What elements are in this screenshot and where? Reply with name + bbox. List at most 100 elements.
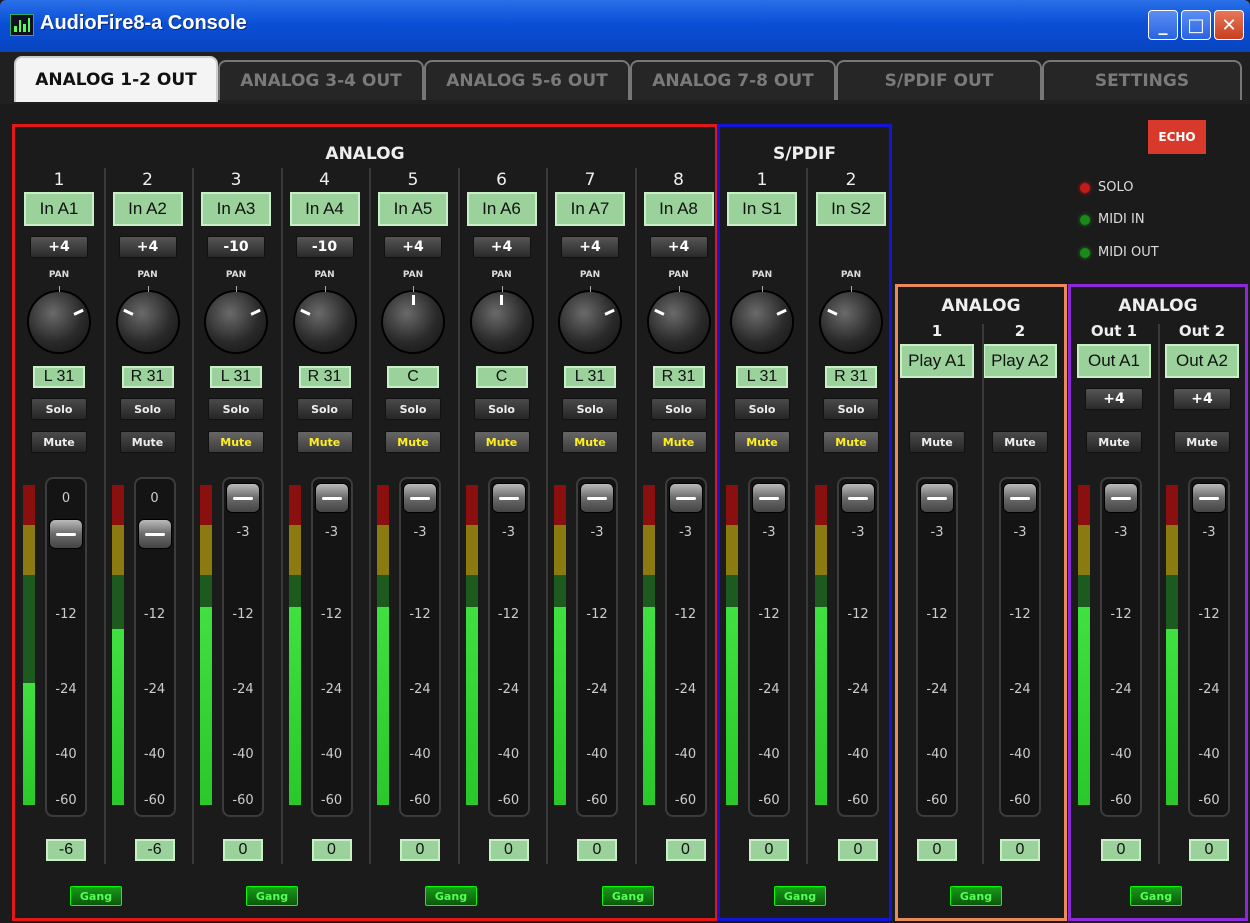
fader-handle[interactable] xyxy=(137,519,172,549)
fader-track[interactable]: 0-3-12-24-40-60 xyxy=(45,477,87,817)
gang-button-ch-3-4[interactable]: Gang xyxy=(246,886,298,906)
channel-source-selector[interactable]: In S1 xyxy=(727,192,797,226)
solo-button[interactable]: Solo xyxy=(208,398,264,420)
gang-button-ch-5-6[interactable]: Gang xyxy=(425,886,477,906)
fader-track[interactable]: -3 -12 -24 -40 -60 xyxy=(999,477,1041,817)
fader-track[interactable]: -3 -12 -24 -40 -60 xyxy=(837,477,879,817)
input-gain-button[interactable]: +4 xyxy=(1085,388,1143,410)
pan-knob[interactable] xyxy=(732,286,792,352)
solo-button[interactable]: Solo xyxy=(650,398,707,420)
pan-knob[interactable] xyxy=(471,286,532,352)
fader-track[interactable]: -3 -12 -24 -40 -60 xyxy=(916,477,958,817)
pan-knob[interactable] xyxy=(206,286,266,352)
pan-knob[interactable] xyxy=(294,286,355,352)
tab-analog-5-6-out[interactable]: ANALOG 5-6 OUT xyxy=(424,60,630,100)
input-gain-button[interactable]: -10 xyxy=(207,236,265,258)
channel-source-selector[interactable]: Play A2 xyxy=(983,344,1057,378)
fader-track[interactable]: -3 -12 -24 -40 -60 xyxy=(399,477,441,817)
input-gain-button[interactable]: +4 xyxy=(118,236,177,258)
minimize-button[interactable]: _ xyxy=(1148,10,1178,40)
fader-track[interactable]: -3 -12 -24 -40 -60 xyxy=(222,477,264,817)
gang-button-out[interactable]: Gang xyxy=(1130,886,1182,906)
fader-handle[interactable] xyxy=(841,483,875,513)
pan-knob[interactable] xyxy=(29,286,89,352)
fader-track[interactable]: -3 -12 -24 -40 -60 xyxy=(576,477,618,817)
mute-button[interactable]: Mute xyxy=(385,431,441,453)
gang-button-spdif[interactable]: Gang xyxy=(774,886,826,906)
channel-source-selector[interactable]: Out A1 xyxy=(1077,344,1151,378)
fader-handle[interactable] xyxy=(491,483,526,513)
mute-button[interactable]: Mute xyxy=(1174,431,1230,453)
fader-track[interactable]: -3 -12 -24 -40 -60 xyxy=(1100,477,1142,817)
mute-button[interactable]: Mute xyxy=(208,431,264,453)
fader-handle[interactable] xyxy=(226,483,260,513)
tab-spdif-out[interactable]: S/PDIF OUT xyxy=(836,60,1042,100)
fader-handle[interactable] xyxy=(49,519,83,549)
mute-button[interactable]: Mute xyxy=(31,431,87,453)
input-gain-button[interactable]: -10 xyxy=(295,236,354,258)
fader-handle[interactable] xyxy=(668,483,703,513)
gang-button-ch-7-8[interactable]: Gang xyxy=(602,886,654,906)
channel-source-selector[interactable]: In A7 xyxy=(555,192,625,226)
pan-knob[interactable] xyxy=(648,286,709,352)
input-gain-button[interactable]: +4 xyxy=(384,236,442,258)
channel-source-selector[interactable]: In A6 xyxy=(466,192,537,226)
solo-button[interactable]: Solo xyxy=(296,398,353,420)
mute-button[interactable]: Mute xyxy=(823,431,879,453)
mute-button[interactable]: Mute xyxy=(909,431,965,453)
solo-button[interactable]: Solo xyxy=(119,398,176,420)
channel-source-selector[interactable]: In S2 xyxy=(816,192,886,226)
fader-track[interactable]: -3 -12 -24 -40 -60 xyxy=(748,477,790,817)
tab-settings[interactable]: SETTINGS xyxy=(1042,60,1242,100)
title-bar[interactable]: AudioFire8-a Console _ □ ✕ xyxy=(0,0,1250,52)
fader-track[interactable]: -3 -12 -24 -40 -60 xyxy=(1188,477,1230,817)
channel-source-selector[interactable]: In A5 xyxy=(378,192,448,226)
tab-analog-7-8-out[interactable]: ANALOG 7-8 OUT xyxy=(630,60,836,100)
fader-track[interactable]: -3 -12 -24 -40 -60 xyxy=(487,477,530,817)
fader-track[interactable]: -3 -12 -24 -40 -60 xyxy=(310,477,353,817)
mute-button[interactable]: Mute xyxy=(296,431,353,453)
solo-button[interactable]: Solo xyxy=(823,398,879,420)
pan-knob[interactable] xyxy=(821,286,881,352)
maximize-button[interactable]: □ xyxy=(1181,10,1211,40)
fader-track[interactable]: -3 -12 -24 -40 -60 xyxy=(664,477,707,817)
fader-handle[interactable] xyxy=(1192,483,1226,513)
mute-button[interactable]: Mute xyxy=(119,431,176,453)
fader-handle[interactable] xyxy=(1104,483,1138,513)
input-gain-button[interactable]: +4 xyxy=(561,236,619,258)
solo-button[interactable]: Solo xyxy=(734,398,790,420)
input-gain-button[interactable]: +4 xyxy=(30,236,88,258)
pan-knob[interactable] xyxy=(383,286,443,352)
solo-button[interactable]: Solo xyxy=(473,398,530,420)
fader-handle[interactable] xyxy=(1003,483,1037,513)
tab-analog-3-4-out[interactable]: ANALOG 3-4 OUT xyxy=(218,60,424,100)
channel-source-selector[interactable]: In A8 xyxy=(643,192,714,226)
mute-button[interactable]: Mute xyxy=(1086,431,1142,453)
mute-button[interactable]: Mute xyxy=(992,431,1048,453)
channel-source-selector[interactable]: In A2 xyxy=(112,192,183,226)
fader-handle[interactable] xyxy=(752,483,786,513)
fader-handle[interactable] xyxy=(580,483,614,513)
solo-button[interactable]: Solo xyxy=(385,398,441,420)
pan-knob[interactable] xyxy=(560,286,620,352)
fader-handle[interactable] xyxy=(920,483,954,513)
gang-button-play[interactable]: Gang xyxy=(950,886,1002,906)
channel-source-selector[interactable]: Out A2 xyxy=(1165,344,1239,378)
mute-button[interactable]: Mute xyxy=(562,431,618,453)
input-gain-button[interactable]: +4 xyxy=(649,236,708,258)
mute-button[interactable]: Mute xyxy=(734,431,790,453)
fader-handle[interactable] xyxy=(314,483,349,513)
close-button[interactable]: ✕ xyxy=(1214,10,1244,40)
solo-button[interactable]: Solo xyxy=(31,398,87,420)
channel-source-selector[interactable]: In A3 xyxy=(201,192,271,226)
fader-handle[interactable] xyxy=(403,483,437,513)
channel-source-selector[interactable]: In A4 xyxy=(289,192,360,226)
fader-track[interactable]: 0-3-12-24-40-60 xyxy=(133,477,176,817)
channel-source-selector[interactable]: Play A1 xyxy=(900,344,974,378)
solo-button[interactable]: Solo xyxy=(562,398,618,420)
mute-button[interactable]: Mute xyxy=(473,431,530,453)
channel-source-selector[interactable]: In A1 xyxy=(24,192,94,226)
input-gain-button[interactable]: +4 xyxy=(1173,388,1231,410)
input-gain-button[interactable]: +4 xyxy=(472,236,531,258)
tab-analog-1-2-out[interactable]: ANALOG 1-2 OUT xyxy=(14,56,218,102)
